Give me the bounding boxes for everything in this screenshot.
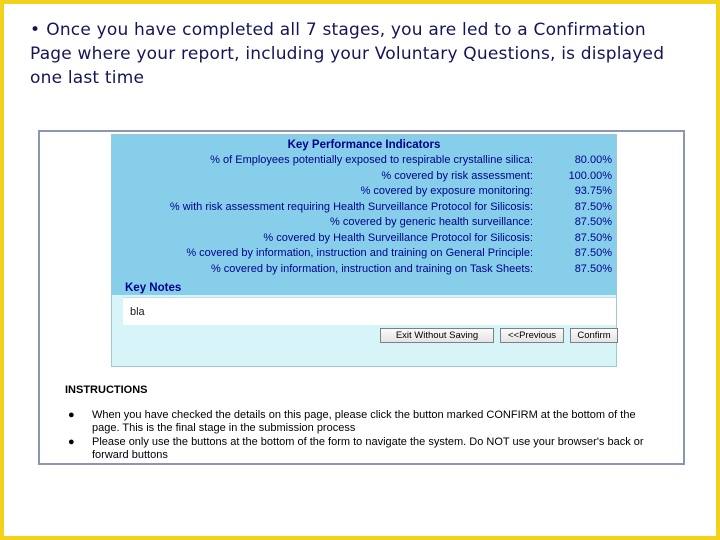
kpi-row: % covered by information, instruction an… (112, 247, 616, 262)
kpi-row: % covered by Health Surveillance Protoco… (112, 232, 616, 247)
kpi-label: % covered by information, instruction an… (186, 247, 533, 259)
kpi-value: 93.75% (574, 185, 612, 197)
kpi-label: % covered by exposure monitoring: (360, 185, 533, 197)
kpi-label: % with risk assessment requiring Health … (169, 200, 533, 213)
bullet-symbol: • (30, 20, 41, 40)
instruction-text: Please only use the buttons at the botto… (92, 436, 644, 461)
instruction-item: ● When you have checked the details on t… (68, 409, 652, 435)
kpi-value: 100.00% (568, 169, 612, 182)
confirm-button[interactable]: Confirm (570, 328, 618, 343)
kpi-row: % covered by risk assessment: 100.00% (112, 170, 616, 185)
kpi-label: % covered by information, instruction an… (210, 262, 533, 275)
bullet-icon: ● (68, 436, 75, 448)
kpi-header-area: Key Performance Indicators % of Employee… (112, 135, 616, 295)
previous-button[interactable]: <<Previous (500, 328, 564, 343)
kpi-row: % of Employees potentially exposed to re… (112, 154, 616, 169)
key-notes-field[interactable]: bla (123, 297, 616, 325)
kpi-panel: Key Performance Indicators % of Employee… (111, 134, 618, 367)
kpi-row: % covered by exposure monitoring: 93.75% (112, 185, 616, 200)
instructions-title: INSTRUCTIONS (65, 384, 148, 396)
kpi-value: 87.50% (574, 200, 612, 213)
instruction-text: When you have checked the details on thi… (92, 409, 636, 434)
kpi-row: % with risk assessment requiring Health … (112, 201, 616, 216)
bullet-icon: ● (68, 409, 75, 421)
kpi-row: % covered by information, instruction an… (112, 263, 616, 278)
kpi-row: % covered by generic health surveillance… (112, 216, 616, 231)
instruction-item: ● Please only use the buttons at the bot… (68, 436, 652, 462)
key-notes-title: Key Notes (125, 282, 182, 294)
kpi-label: % of Employees potentially exposed to re… (210, 154, 533, 166)
kpi-title: Key Performance Indicators (287, 139, 441, 151)
confirmation-page-screenshot: Key Performance Indicators % of Employee… (38, 130, 685, 465)
slide-bullet: • Once you have completed all 7 stages, y… (30, 18, 690, 90)
kpi-label: % covered by generic health surveillance… (329, 216, 533, 228)
kpi-value: 87.50% (574, 216, 612, 228)
kpi-label: % covered by risk assessment: (381, 169, 533, 182)
kpi-value: 87.50% (574, 231, 612, 244)
kpi-value: 87.50% (574, 262, 612, 275)
bullet-text: Once you have completed all 7 stages, yo… (30, 20, 665, 88)
exit-without-saving-button[interactable]: Exit Without Saving (380, 328, 494, 343)
kpi-label: % covered by Health Surveillance Protoco… (263, 231, 533, 244)
kpi-value: 87.50% (574, 247, 612, 259)
kpi-value: 80.00% (574, 154, 612, 166)
